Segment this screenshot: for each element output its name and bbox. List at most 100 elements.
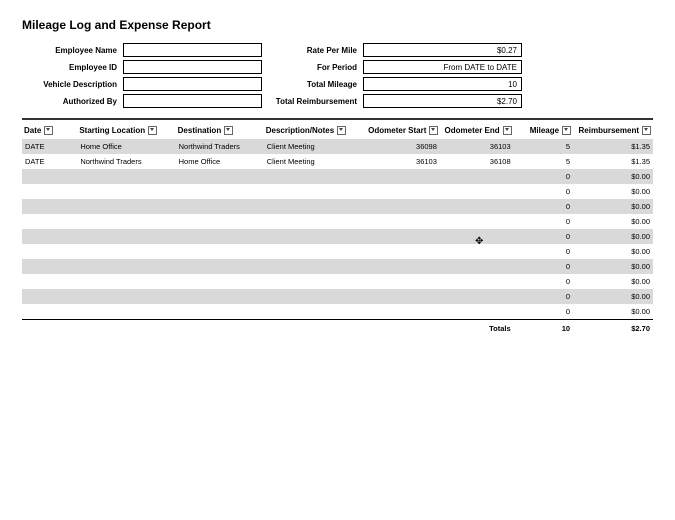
cell-reimb[interactable]: $1.35 [573, 139, 653, 154]
cell-date[interactable] [22, 214, 77, 229]
cell-desc[interactable] [264, 229, 366, 244]
cell-ostart[interactable]: 36103 [366, 154, 440, 169]
cell-start[interactable] [77, 289, 175, 304]
cell-reimb[interactable]: $0.00 [573, 244, 653, 259]
cell-oend[interactable] [440, 184, 514, 199]
cell-date[interactable] [22, 244, 77, 259]
filter-icon[interactable] [148, 126, 157, 135]
cell-ostart[interactable] [366, 169, 440, 184]
col-reimbursement[interactable]: Reimbursement [573, 122, 653, 139]
cell-dest[interactable] [176, 259, 264, 274]
filter-icon[interactable] [503, 126, 512, 135]
cell-oend[interactable] [440, 169, 514, 184]
cell-mileage[interactable]: 0 [514, 214, 573, 229]
table-row[interactable]: 0$0.00 [22, 304, 653, 320]
cell-start[interactable] [77, 244, 175, 259]
cell-reimb[interactable]: $0.00 [573, 214, 653, 229]
cell-reimb[interactable]: $0.00 [573, 199, 653, 214]
cell-desc[interactable]: Client Meeting [264, 139, 366, 154]
table-row[interactable]: 0$0.00 [22, 289, 653, 304]
cell-ostart[interactable] [366, 289, 440, 304]
cell-start[interactable] [77, 229, 175, 244]
cell-reimb[interactable]: $0.00 [573, 274, 653, 289]
col-description[interactable]: Description/Notes [264, 122, 366, 139]
cell-ostart[interactable] [366, 199, 440, 214]
cell-reimb[interactable]: $0.00 [573, 229, 653, 244]
table-row[interactable]: 0$0.00 [22, 244, 653, 259]
cell-desc[interactable] [264, 259, 366, 274]
cell-dest[interactable]: Home Office [176, 154, 264, 169]
cell-date[interactable] [22, 169, 77, 184]
col-odometer-start[interactable]: Odometer Start [366, 122, 440, 139]
cell-date[interactable] [22, 229, 77, 244]
cell-reimb[interactable]: $0.00 [573, 289, 653, 304]
cell-dest[interactable] [176, 229, 264, 244]
cell-dest[interactable] [176, 199, 264, 214]
cell-dest[interactable] [176, 304, 264, 320]
cell-oend[interactable] [440, 259, 514, 274]
cell-mileage[interactable]: 0 [514, 259, 573, 274]
cell-date[interactable]: DATE [22, 139, 77, 154]
cell-desc[interactable] [264, 199, 366, 214]
cell-desc[interactable] [264, 169, 366, 184]
table-row[interactable]: 0$0.00 [22, 259, 653, 274]
for-period-value[interactable]: From DATE to DATE [363, 60, 522, 74]
cell-start[interactable] [77, 304, 175, 320]
cell-start[interactable] [77, 214, 175, 229]
cell-desc[interactable] [264, 214, 366, 229]
cell-start[interactable]: Northwind Traders [77, 154, 175, 169]
cell-ostart[interactable] [366, 304, 440, 320]
filter-icon[interactable] [337, 126, 346, 135]
cell-start[interactable] [77, 274, 175, 289]
cell-mileage[interactable]: 0 [514, 169, 573, 184]
cell-oend[interactable] [440, 304, 514, 320]
filter-icon[interactable] [224, 126, 233, 135]
cell-date[interactable] [22, 274, 77, 289]
cell-desc[interactable] [264, 304, 366, 320]
cell-reimb[interactable]: $1.35 [573, 154, 653, 169]
col-date[interactable]: Date [22, 122, 77, 139]
cell-dest[interactable] [176, 184, 264, 199]
col-starting-location[interactable]: Starting Location [77, 122, 175, 139]
cell-reimb[interactable]: $0.00 [573, 259, 653, 274]
cell-dest[interactable] [176, 214, 264, 229]
cell-ostart[interactable] [366, 259, 440, 274]
cell-desc[interactable] [264, 244, 366, 259]
table-row[interactable]: 0$0.00 [22, 199, 653, 214]
table-row[interactable]: DATEHome OfficeNorthwind TradersClient M… [22, 139, 653, 154]
cell-oend[interactable] [440, 199, 514, 214]
col-odometer-end[interactable]: Odometer End [440, 122, 514, 139]
cell-ostart[interactable] [366, 244, 440, 259]
cell-ostart[interactable] [366, 214, 440, 229]
filter-icon[interactable] [44, 126, 53, 135]
table-row[interactable]: 0$0.00 [22, 169, 653, 184]
cell-mileage[interactable]: 0 [514, 244, 573, 259]
cell-mileage[interactable]: 0 [514, 184, 573, 199]
cell-mileage[interactable]: 0 [514, 274, 573, 289]
table-row[interactable]: DATENorthwind TradersHome OfficeClient M… [22, 154, 653, 169]
employee-id-input[interactable] [123, 60, 262, 74]
cell-ostart[interactable]: 36098 [366, 139, 440, 154]
employee-name-input[interactable] [123, 43, 262, 57]
cell-oend[interactable]: 36108 [440, 154, 514, 169]
cell-desc[interactable] [264, 289, 366, 304]
cell-mileage[interactable]: 0 [514, 229, 573, 244]
cell-dest[interactable]: Northwind Traders [176, 139, 264, 154]
filter-icon[interactable] [642, 126, 651, 135]
cell-date[interactable] [22, 199, 77, 214]
table-row[interactable]: 0$0.00 [22, 274, 653, 289]
cell-start[interactable] [77, 259, 175, 274]
col-mileage[interactable]: Mileage [514, 122, 573, 139]
table-row[interactable]: 0$0.00 [22, 229, 653, 244]
cell-ostart[interactable] [366, 274, 440, 289]
cell-dest[interactable] [176, 274, 264, 289]
cell-date[interactable] [22, 259, 77, 274]
cell-date[interactable] [22, 289, 77, 304]
cell-ostart[interactable] [366, 229, 440, 244]
rate-per-mile-value[interactable]: $0.27 [363, 43, 522, 57]
cell-reimb[interactable]: $0.00 [573, 169, 653, 184]
cell-desc[interactable] [264, 274, 366, 289]
cell-mileage[interactable]: 0 [514, 289, 573, 304]
table-row[interactable]: 0$0.00 [22, 184, 653, 199]
cell-dest[interactable] [176, 169, 264, 184]
